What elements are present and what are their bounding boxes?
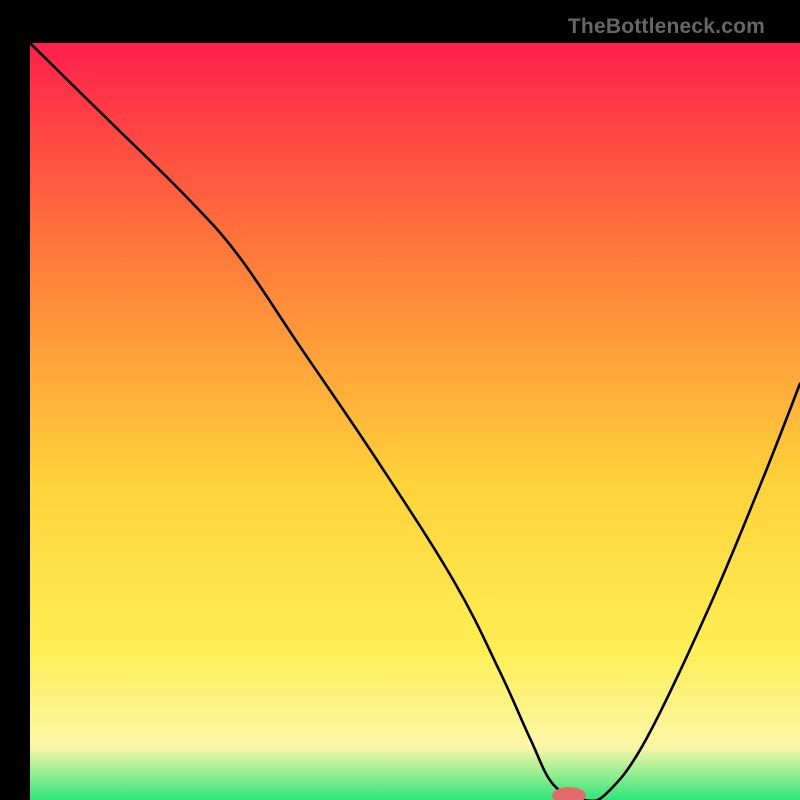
- plot-area: [30, 43, 800, 800]
- watermark-text: TheBottleneck.com: [568, 15, 765, 39]
- chart-frame: TheBottleneck.com: [15, 15, 785, 785]
- bottleneck-chart: [30, 43, 800, 800]
